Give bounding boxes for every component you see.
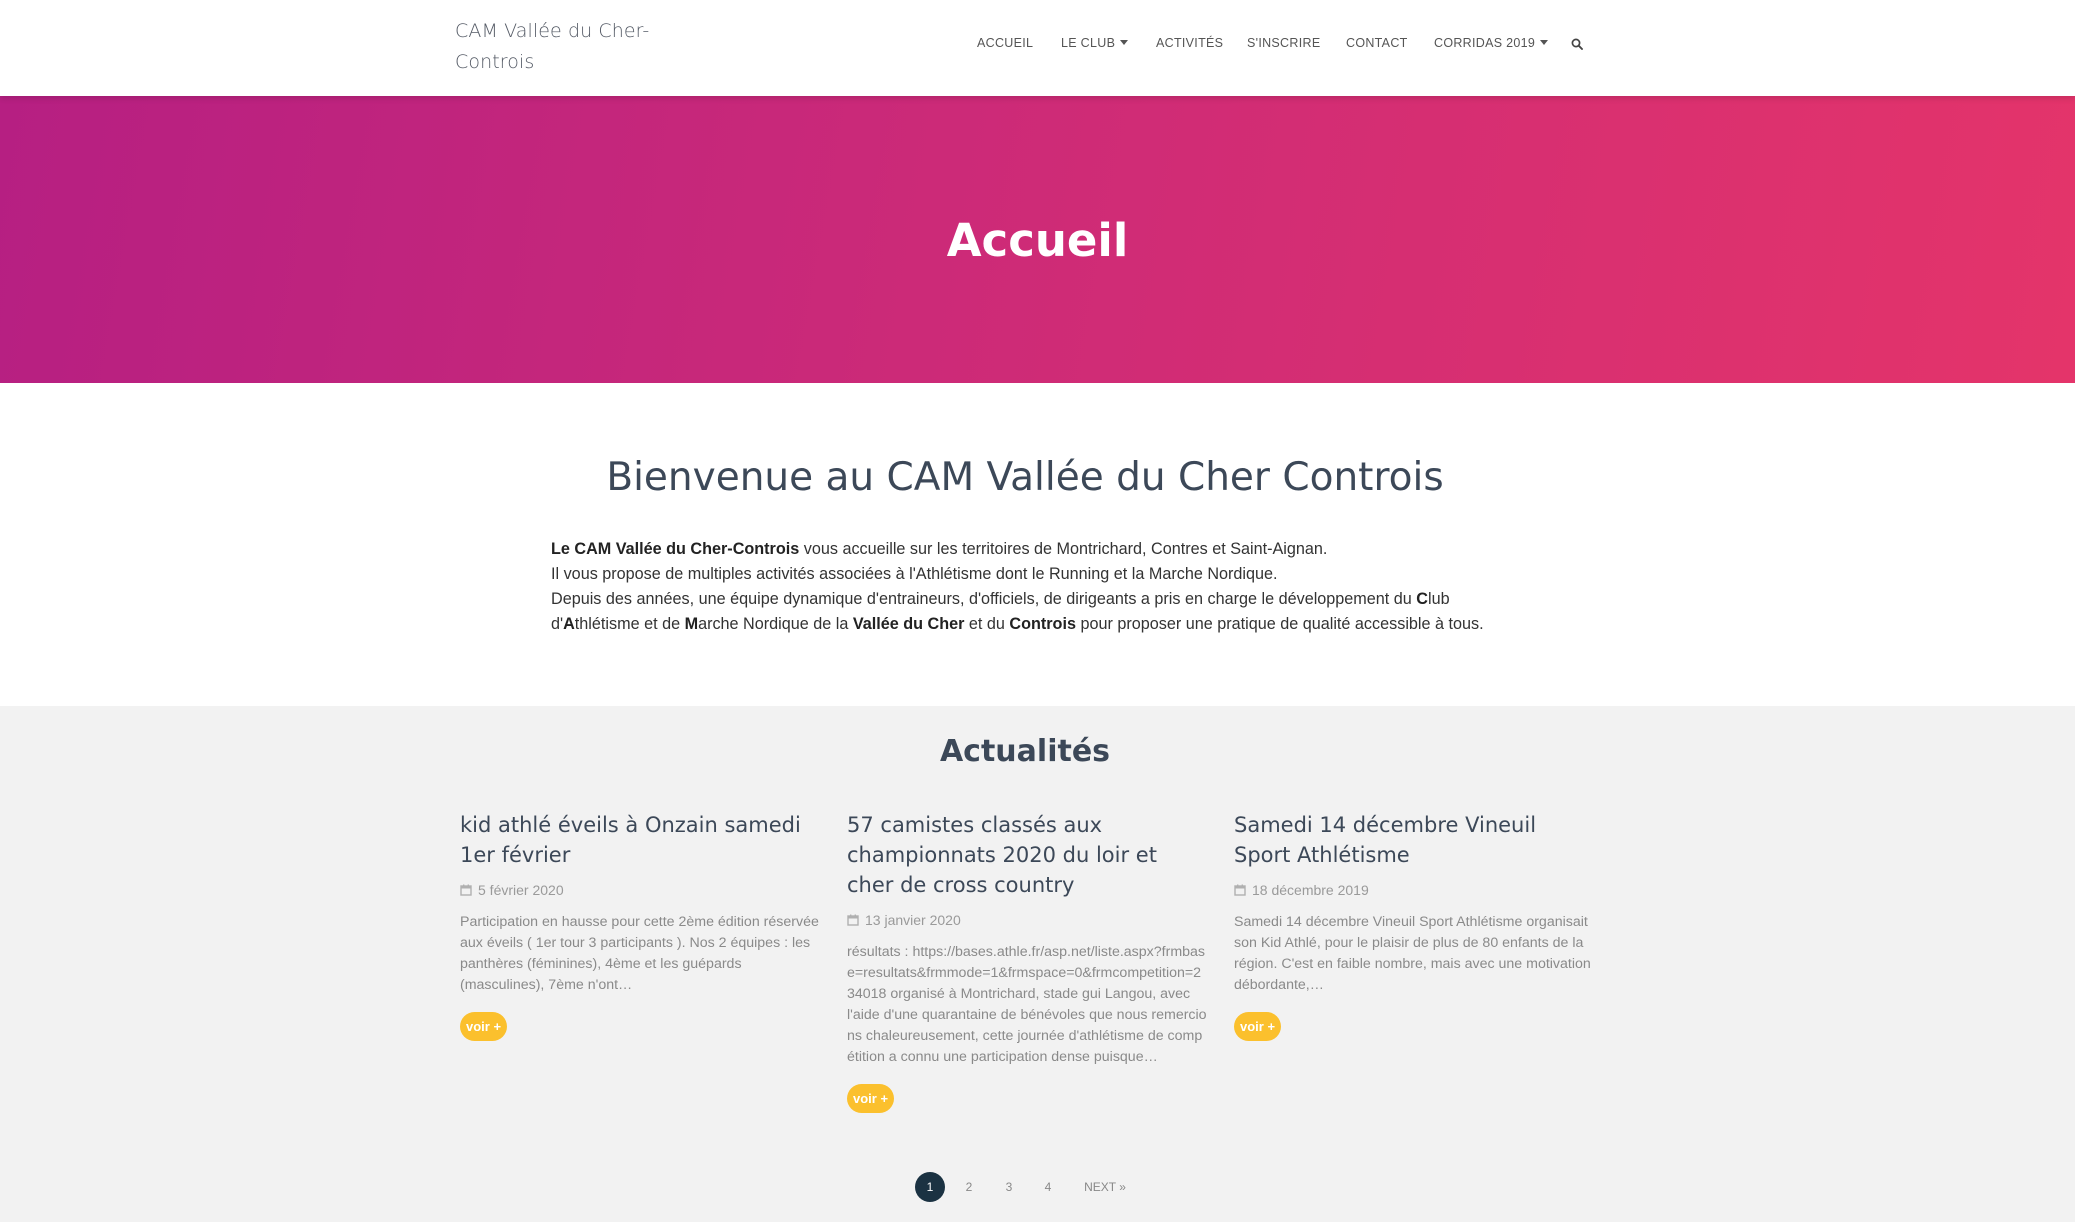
pagination: 1 2 3 4 NEXT »: [0, 1172, 2075, 1202]
caret-down-icon: [1540, 40, 1549, 45]
calendar-icon: [460, 884, 472, 896]
nav-label: LE CLUB: [1061, 36, 1116, 50]
nav-item-activites[interactable]: ACTIVITÉS: [1156, 36, 1223, 50]
news-card-title[interactable]: Samedi 14 décembre Vineuil Sport Athléti…: [1234, 810, 1594, 870]
welcome-text-span: arche Nordique de la: [698, 615, 853, 633]
hero-banner: Accueil: [0, 96, 2075, 383]
club-name: Le CAM Vallée du Cher-Controis: [551, 540, 800, 558]
welcome-paragraph-1: Le CAM Vallée du Cher-Controis vous accu…: [551, 537, 1511, 562]
news-card: 57 camistes classés aux championnats 202…: [847, 810, 1207, 1113]
voir-plus-button[interactable]: voir +: [1234, 1012, 1282, 1041]
nav-label: CONTACT: [1346, 36, 1408, 50]
news-section: Actualités kid athlé éveils à Onzain sam…: [0, 706, 2075, 1222]
welcome-text-span: lub: [1428, 590, 1450, 608]
news-card-date: 18 décembre 2019: [1234, 882, 1594, 898]
welcome-text-span: Depuis des années, une équipe dynamique …: [551, 590, 1417, 608]
nav-item-contact[interactable]: CONTACT: [1346, 36, 1408, 50]
welcome-text-span: pour proposer une pratique de qualité ac…: [1075, 615, 1484, 633]
bold-letter: A: [563, 615, 575, 633]
welcome-text-span: vous accueille sur les territoires de Mo…: [799, 540, 1328, 558]
news-card-date: 13 janvier 2020: [847, 912, 1207, 928]
search-icon[interactable]: [1571, 38, 1583, 50]
welcome-text-span: et du: [964, 615, 1010, 633]
welcome-text-span: d': [551, 615, 564, 633]
nav-label: CORRIDAS 2019: [1434, 36, 1536, 50]
news-title: Actualités: [939, 734, 1111, 769]
bold-letter: M: [684, 615, 699, 633]
nav-item-accueil[interactable]: ACCUEIL: [977, 36, 1033, 50]
news-card-excerpt: Samedi 14 décembre Vineuil Sport Athléti…: [1234, 914, 1591, 993]
brand-line-2: Controis: [455, 51, 535, 73]
welcome-text-span: thlétisme et de: [574, 615, 685, 633]
bold-letter: C: [1416, 590, 1428, 608]
page-3-link[interactable]: 3: [1002, 1172, 1016, 1202]
calendar-icon: [847, 914, 859, 926]
welcome-paragraph-3: Depuis des années, une équipe dynamique …: [551, 587, 1511, 637]
date-text: 13 janvier 2020: [865, 912, 961, 928]
news-card: Samedi 14 décembre Vineuil Sport Athléti…: [1234, 810, 1594, 1041]
page-2-link[interactable]: 2: [962, 1172, 976, 1202]
page-4-link[interactable]: 4: [1041, 1172, 1055, 1202]
nav-item-le-club[interactable]: LE CLUB: [1061, 36, 1129, 50]
bold-text: Vallée du Cher: [852, 615, 965, 633]
nav-label: S'INSCRIRE: [1247, 36, 1321, 50]
nav-label: ACCUEIL: [977, 36, 1034, 50]
next-page-link[interactable]: NEXT »: [1083, 1172, 1127, 1202]
voir-plus-button[interactable]: voir +: [460, 1012, 508, 1041]
news-card-title[interactable]: 57 camistes classés aux championnats 202…: [847, 810, 1207, 900]
date-text: 5 février 2020: [478, 882, 564, 898]
page-title: Accueil: [946, 214, 1129, 267]
page-1-link[interactable]: 1: [915, 1172, 945, 1202]
date-text: 18 décembre 2019: [1252, 882, 1369, 898]
news-card-date: 5 février 2020: [460, 882, 820, 898]
news-card-title[interactable]: kid athlé éveils à Onzain samedi 1er fév…: [460, 810, 820, 870]
brand-line-1: CAM Vallée du Cher-: [455, 20, 650, 42]
site-brand[interactable]: CAM Vallée du Cher- Controis: [455, 16, 695, 78]
welcome-paragraph-2: Il vous propose de multiples activités a…: [551, 565, 1278, 583]
news-card-excerpt: Participation en hausse pour cette 2ème …: [460, 914, 819, 993]
welcome-text: Le CAM Vallée du Cher-Controis vous accu…: [551, 537, 1511, 637]
navbar: CAM Vallée du Cher- Controis ACCUEIL LE …: [0, 0, 2075, 96]
news-card-excerpt: résultats : https://bases.athle.fr/asp.n…: [847, 944, 1207, 1065]
voir-plus-button[interactable]: voir +: [847, 1084, 895, 1113]
nav-item-sinscrire[interactable]: S'INSCRIRE: [1247, 36, 1320, 50]
nav-item-corridas-2019[interactable]: CORRIDAS 2019: [1434, 36, 1549, 50]
bold-text: Controis: [1009, 615, 1076, 633]
caret-down-icon: [1120, 40, 1129, 45]
welcome-title: Bienvenue au CAM Vallée du Cher Controis: [606, 455, 1444, 500]
news-card: kid athlé éveils à Onzain samedi 1er fév…: [460, 810, 820, 1041]
nav-label: ACTIVITÉS: [1156, 36, 1224, 50]
calendar-icon: [1234, 884, 1246, 896]
